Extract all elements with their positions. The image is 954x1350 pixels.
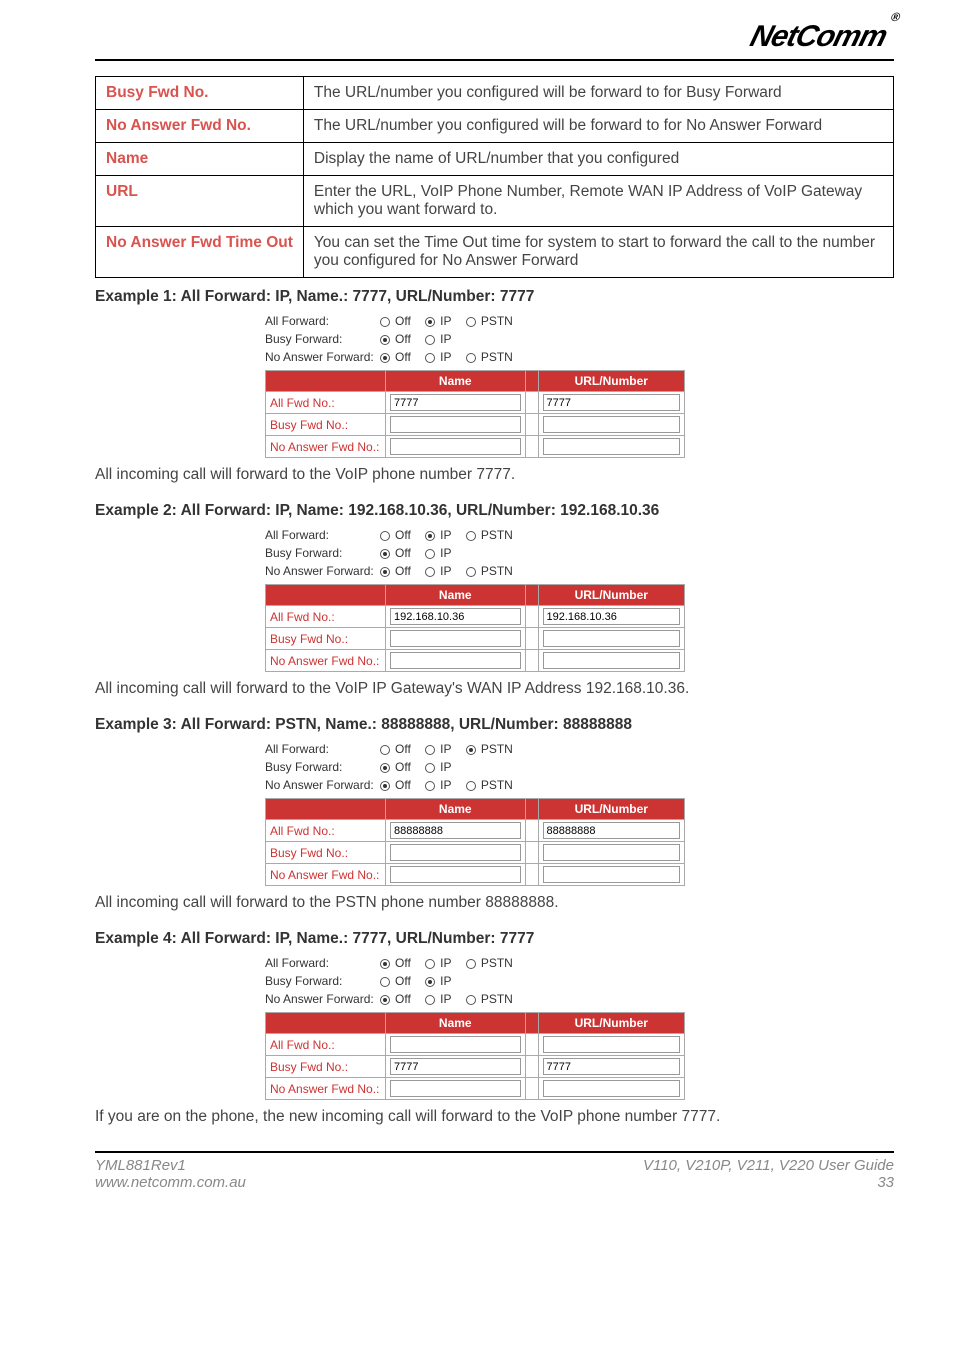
example-description: If you are on the phone, the new incomin… [95, 1108, 894, 1126]
radio-pstn[interactable] [466, 353, 476, 363]
noans-fwd-url-input[interactable] [543, 1080, 681, 1097]
forward-number-table: NameURL/Number All Fwd No.: Busy Fwd No.… [265, 370, 685, 458]
radio-pstn[interactable] [466, 567, 476, 577]
noans-fwd-name-input[interactable] [390, 438, 521, 455]
noans-fwd-url-input[interactable] [543, 866, 681, 883]
radio-off[interactable] [380, 353, 390, 363]
radio-pstn[interactable] [466, 995, 476, 1005]
all-fwd-url-input[interactable] [543, 608, 681, 625]
forward-number-table: NameURL/Number All Fwd No.: Busy Fwd No.… [265, 584, 685, 672]
radio-ip[interactable] [425, 549, 435, 559]
noans-fwd-name-input[interactable] [390, 652, 521, 669]
busy-fwd-name-input[interactable] [390, 844, 521, 861]
all-fwd-name-input[interactable] [390, 1036, 521, 1053]
radio-off[interactable] [380, 335, 390, 345]
busy-fwd-url-input[interactable] [543, 416, 681, 433]
busy-fwd-name-input[interactable] [390, 630, 521, 647]
example-description: All incoming call will forward to the Vo… [95, 680, 894, 698]
radio-off[interactable] [380, 567, 390, 577]
noans-fwd-url-input[interactable] [543, 438, 681, 455]
company-url: www.netcomm.com.au [95, 1174, 246, 1191]
example-title: Example 2: All Forward: IP, Name: 192.16… [95, 502, 894, 520]
definition-key: Busy Fwd No. [96, 77, 304, 110]
all-fwd-url-input[interactable] [543, 1036, 681, 1053]
radio-off[interactable] [380, 745, 390, 755]
noans-fwd-name-input[interactable] [390, 1080, 521, 1097]
all-fwd-name-input[interactable] [390, 822, 521, 839]
definition-key: URL [96, 176, 304, 227]
radio-pstn[interactable] [466, 531, 476, 541]
definition-desc: You can set the Time Out time for system… [303, 227, 893, 278]
radio-off[interactable] [380, 781, 390, 791]
radio-off[interactable] [380, 763, 390, 773]
forward-mode-form: All Forward: Off IP PSTNBusy Forward: Of… [265, 526, 527, 580]
definition-desc: The URL/number you configured will be fo… [303, 77, 893, 110]
definition-desc: Display the name of URL/number that you … [303, 143, 893, 176]
page-footer: YML881Rev1 www.netcomm.com.au V110, V210… [95, 1151, 894, 1191]
forward-mode-form: All Forward: Off IP PSTNBusy Forward: Of… [265, 954, 527, 1008]
radio-ip[interactable] [425, 531, 435, 541]
all-fwd-url-input[interactable] [543, 822, 681, 839]
radio-pstn[interactable] [466, 781, 476, 791]
forward-number-table: NameURL/Number All Fwd No.: Busy Fwd No.… [265, 798, 685, 886]
forward-mode-form: All Forward: Off IP PSTNBusy Forward: Of… [265, 312, 527, 366]
busy-fwd-url-input[interactable] [543, 1058, 681, 1075]
radio-ip[interactable] [425, 317, 435, 327]
doc-ref: YML881Rev1 [95, 1157, 246, 1174]
radio-pstn[interactable] [466, 959, 476, 969]
definition-desc: The URL/number you configured will be fo… [303, 110, 893, 143]
example-description: All incoming call will forward to the Vo… [95, 466, 894, 484]
radio-off[interactable] [380, 531, 390, 541]
forward-mode-form: All Forward: Off IP PSTNBusy Forward: Of… [265, 740, 527, 794]
radio-ip[interactable] [425, 745, 435, 755]
radio-ip[interactable] [425, 995, 435, 1005]
radio-ip[interactable] [425, 567, 435, 577]
radio-off[interactable] [380, 317, 390, 327]
brand-logo: NetComm® [747, 20, 899, 54]
busy-fwd-name-input[interactable] [390, 416, 521, 433]
busy-fwd-url-input[interactable] [543, 630, 681, 647]
radio-ip[interactable] [425, 763, 435, 773]
radio-off[interactable] [380, 959, 390, 969]
busy-fwd-url-input[interactable] [543, 844, 681, 861]
radio-ip[interactable] [425, 977, 435, 987]
definition-desc: Enter the URL, VoIP Phone Number, Remote… [303, 176, 893, 227]
definition-key: Name [96, 143, 304, 176]
definition-key: No Answer Fwd Time Out [96, 227, 304, 278]
radio-ip[interactable] [425, 335, 435, 345]
all-fwd-name-input[interactable] [390, 608, 521, 625]
radio-pstn[interactable] [466, 317, 476, 327]
example-title: Example 3: All Forward: PSTN, Name.: 888… [95, 716, 894, 734]
radio-ip[interactable] [425, 353, 435, 363]
radio-ip[interactable] [425, 781, 435, 791]
noans-fwd-name-input[interactable] [390, 866, 521, 883]
radio-pstn[interactable] [466, 745, 476, 755]
page-number: 33 [643, 1174, 894, 1191]
example-title: Example 4: All Forward: IP, Name.: 7777,… [95, 930, 894, 948]
radio-off[interactable] [380, 549, 390, 559]
all-fwd-name-input[interactable] [390, 394, 521, 411]
radio-off[interactable] [380, 995, 390, 1005]
definitions-table: Busy Fwd No.The URL/number you configure… [95, 76, 894, 278]
example-description: All incoming call will forward to the PS… [95, 894, 894, 912]
all-fwd-url-input[interactable] [543, 394, 681, 411]
radio-off[interactable] [380, 977, 390, 987]
radio-ip[interactable] [425, 959, 435, 969]
guide-title: V110, V210P, V211, V220 User Guide [643, 1157, 894, 1174]
definition-key: No Answer Fwd No. [96, 110, 304, 143]
example-title: Example 1: All Forward: IP, Name.: 7777,… [95, 288, 894, 306]
noans-fwd-url-input[interactable] [543, 652, 681, 669]
forward-number-table: NameURL/Number All Fwd No.: Busy Fwd No.… [265, 1012, 685, 1100]
busy-fwd-name-input[interactable] [390, 1058, 521, 1075]
